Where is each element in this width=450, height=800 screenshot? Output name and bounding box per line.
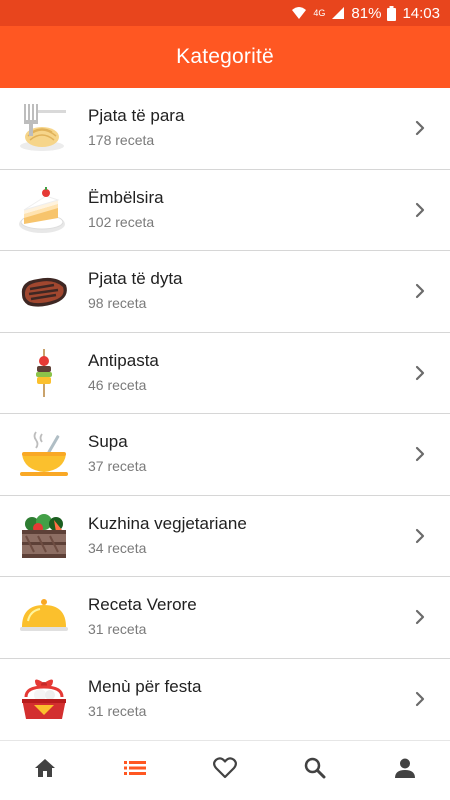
skewer-icon [18, 347, 70, 399]
category-name: Ëmbëlsira [88, 187, 164, 207]
profile-icon [395, 758, 415, 783]
cloche-icon [18, 591, 70, 643]
recipe-count: 37 receta [88, 458, 147, 474]
chevron-right-icon [414, 283, 426, 299]
page-title: Kategoritë [176, 45, 274, 68]
recipe-count: 102 receta [88, 213, 155, 230]
category-row-menu-per-festa[interactable]: Menù për festa 31 receta [0, 659, 450, 741]
category-name: Pjata të dyta [88, 269, 183, 288]
category-row-antipasta[interactable]: Antipasta 46 receta [0, 333, 450, 414]
signal-icon [331, 6, 345, 20]
category-name: Antipasta [88, 350, 159, 370]
chevron-right-icon [414, 609, 426, 625]
tab-profile[interactable] [360, 741, 450, 800]
cake-slice-icon [18, 184, 70, 236]
soup-bowl-icon [18, 428, 70, 480]
category-row-supa[interactable]: Supa 37 receta [0, 414, 450, 496]
category-row-embelsira[interactable]: Ëmbëlsira 102 receta [0, 170, 450, 251]
chevron-right-icon [414, 446, 426, 462]
recipe-count: 31 receta [88, 621, 147, 637]
recipe-count: 34 receta [88, 539, 147, 556]
tab-categories[interactable] [90, 741, 180, 800]
category-row-pjata-te-para[interactable]: Pjata të para 178 receta [0, 88, 450, 170]
category-row-kuzhina-vegjetariane[interactable]: Kuzhina vegjetariane 34 receta [0, 496, 450, 577]
heart-icon [213, 757, 237, 784]
category-name: Menù për festa [88, 676, 202, 696]
category-row-receta-verore[interactable]: Receta Verore 31 receta [0, 577, 450, 659]
status-bar: 4G 81% 14:03 [0, 0, 450, 26]
search-icon [304, 757, 326, 784]
steak-icon [18, 265, 70, 317]
category-list: Pjata të para 178 receta Ëmbëlsira 102 r… [0, 88, 450, 740]
recipe-count: 46 receta [88, 376, 147, 393]
chevron-right-icon [414, 528, 426, 544]
recipe-count: 178 receta [88, 132, 155, 148]
category-name: Receta Verore [88, 595, 197, 614]
clock: 14:03 [402, 4, 440, 22]
list-icon [124, 760, 146, 781]
battery-percent: 81% [351, 4, 382, 22]
tab-home[interactable] [0, 741, 90, 800]
tab-favorites[interactable] [180, 741, 270, 800]
app-bar: Kategoritë [0, 26, 450, 88]
chevron-right-icon [414, 691, 426, 707]
gift-basket-icon [18, 673, 70, 725]
recipe-count: 98 receta [88, 295, 147, 311]
spaghetti-icon [18, 102, 70, 154]
battery-icon [387, 5, 397, 21]
wifi-icon [291, 6, 307, 20]
recipe-count: 31 receta [88, 702, 147, 719]
category-name: Pjata të para [88, 106, 185, 125]
tab-search[interactable] [270, 741, 360, 800]
chevron-right-icon [414, 202, 426, 218]
chevron-right-icon [414, 365, 426, 381]
bottom-nav [0, 740, 450, 800]
category-name: Supa [88, 432, 128, 451]
chevron-right-icon [414, 120, 426, 136]
category-row-pjata-te-dyta[interactable]: Pjata të dyta 98 receta [0, 251, 450, 333]
network-type-label: 4G [313, 8, 326, 18]
home-icon [34, 758, 56, 783]
vegetable-crate-icon [18, 510, 70, 562]
category-name: Kuzhina vegjetariane [88, 513, 247, 533]
